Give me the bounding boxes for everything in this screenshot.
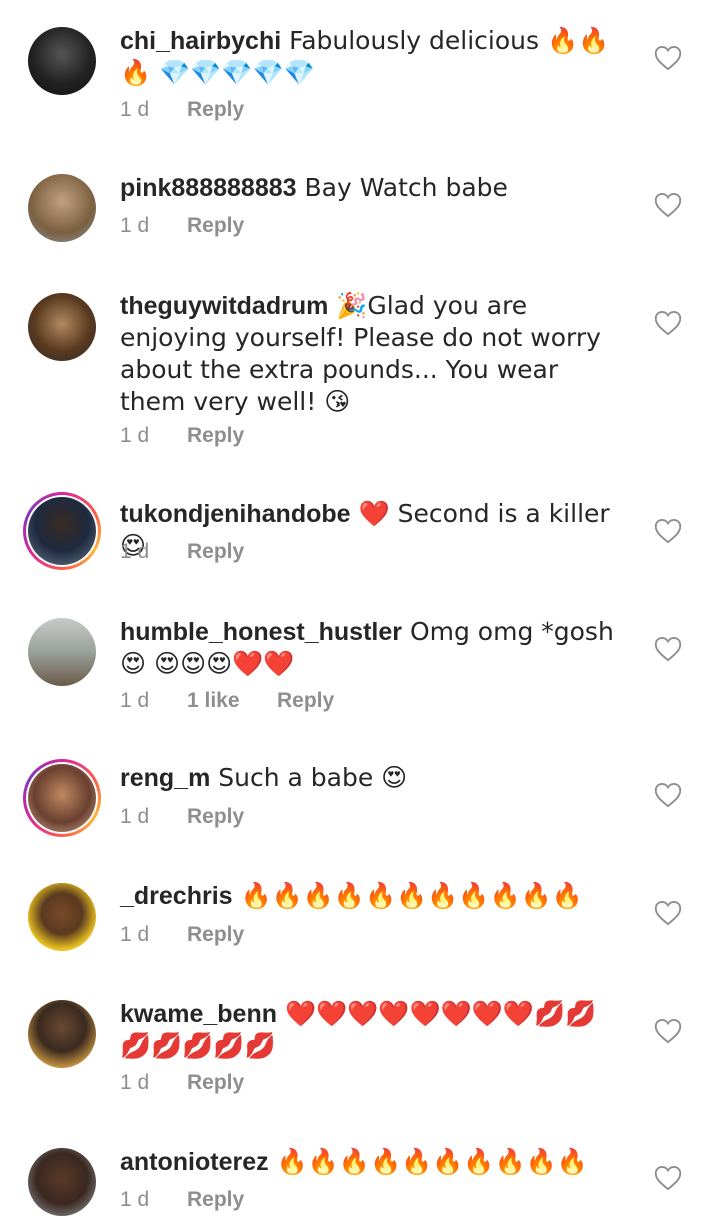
avatar[interactable]: [28, 27, 96, 95]
comment-username[interactable]: theguywitdadrum: [120, 292, 328, 320]
comment-username[interactable]: reng_m: [120, 764, 210, 792]
avatar[interactable]: [28, 293, 96, 361]
reply-button[interactable]: Reply: [187, 802, 244, 832]
comment-username[interactable]: chi_hairbychi: [120, 27, 281, 55]
heart-outline-icon[interactable]: [654, 900, 682, 926]
comment-time: 1 d: [120, 1188, 150, 1211]
heart-outline-icon[interactable]: [654, 192, 682, 218]
avatar[interactable]: [28, 1000, 96, 1068]
heart-outline-icon[interactable]: [654, 45, 682, 71]
reply-button[interactable]: Reply: [187, 1068, 244, 1098]
comment-username[interactable]: kwame_benn: [120, 1000, 277, 1028]
heart-outline-icon[interactable]: [654, 782, 682, 808]
reply-button[interactable]: Reply: [187, 537, 244, 567]
reply-button[interactable]: Reply: [187, 920, 244, 950]
comment-time: 1 d: [120, 1071, 150, 1094]
avatar[interactable]: [23, 759, 101, 837]
reply-button[interactable]: Reply: [277, 686, 334, 716]
avatar[interactable]: [28, 1148, 96, 1216]
comment-username[interactable]: antonioterez: [120, 1148, 269, 1176]
comment-time: 1 d: [120, 98, 150, 121]
reply-button[interactable]: Reply: [187, 421, 244, 451]
avatar[interactable]: [28, 174, 96, 242]
comment-text: 🔥🔥🔥🔥🔥🔥🔥🔥🔥🔥🔥: [232, 881, 583, 910]
likes-count[interactable]: 1 like: [187, 686, 277, 716]
reply-button[interactable]: Reply: [187, 211, 244, 241]
comment-username[interactable]: pink888888883: [120, 174, 297, 202]
comment-text: Such a babe 😍: [210, 763, 408, 792]
heart-outline-icon[interactable]: [654, 310, 682, 336]
comment-username[interactable]: _drechris: [120, 882, 233, 910]
avatar[interactable]: [23, 492, 101, 570]
comment-time: 1 d: [120, 805, 150, 828]
comment-text: Bay Watch babe: [296, 173, 508, 202]
comment-time: 1 d: [120, 424, 150, 447]
comment-username[interactable]: humble_honest_hustler: [120, 618, 402, 646]
avatar[interactable]: [28, 883, 96, 951]
reply-button[interactable]: Reply: [187, 95, 244, 125]
reply-button[interactable]: Reply: [187, 1185, 244, 1215]
comment-time: 1 d: [120, 923, 150, 946]
comment-time: 1 d: [120, 214, 150, 237]
comment-username[interactable]: tukondjenihandobe: [120, 500, 351, 528]
heart-outline-icon[interactable]: [654, 1165, 682, 1191]
comment-text: 🔥🔥🔥🔥🔥🔥🔥🔥🔥🔥: [268, 1147, 588, 1176]
avatar[interactable]: [28, 618, 96, 686]
heart-outline-icon[interactable]: [654, 518, 682, 544]
comment-time: 1 d: [120, 540, 150, 563]
heart-outline-icon[interactable]: [654, 636, 682, 662]
comment-time: 1 d: [120, 689, 150, 712]
heart-outline-icon[interactable]: [654, 1018, 682, 1044]
